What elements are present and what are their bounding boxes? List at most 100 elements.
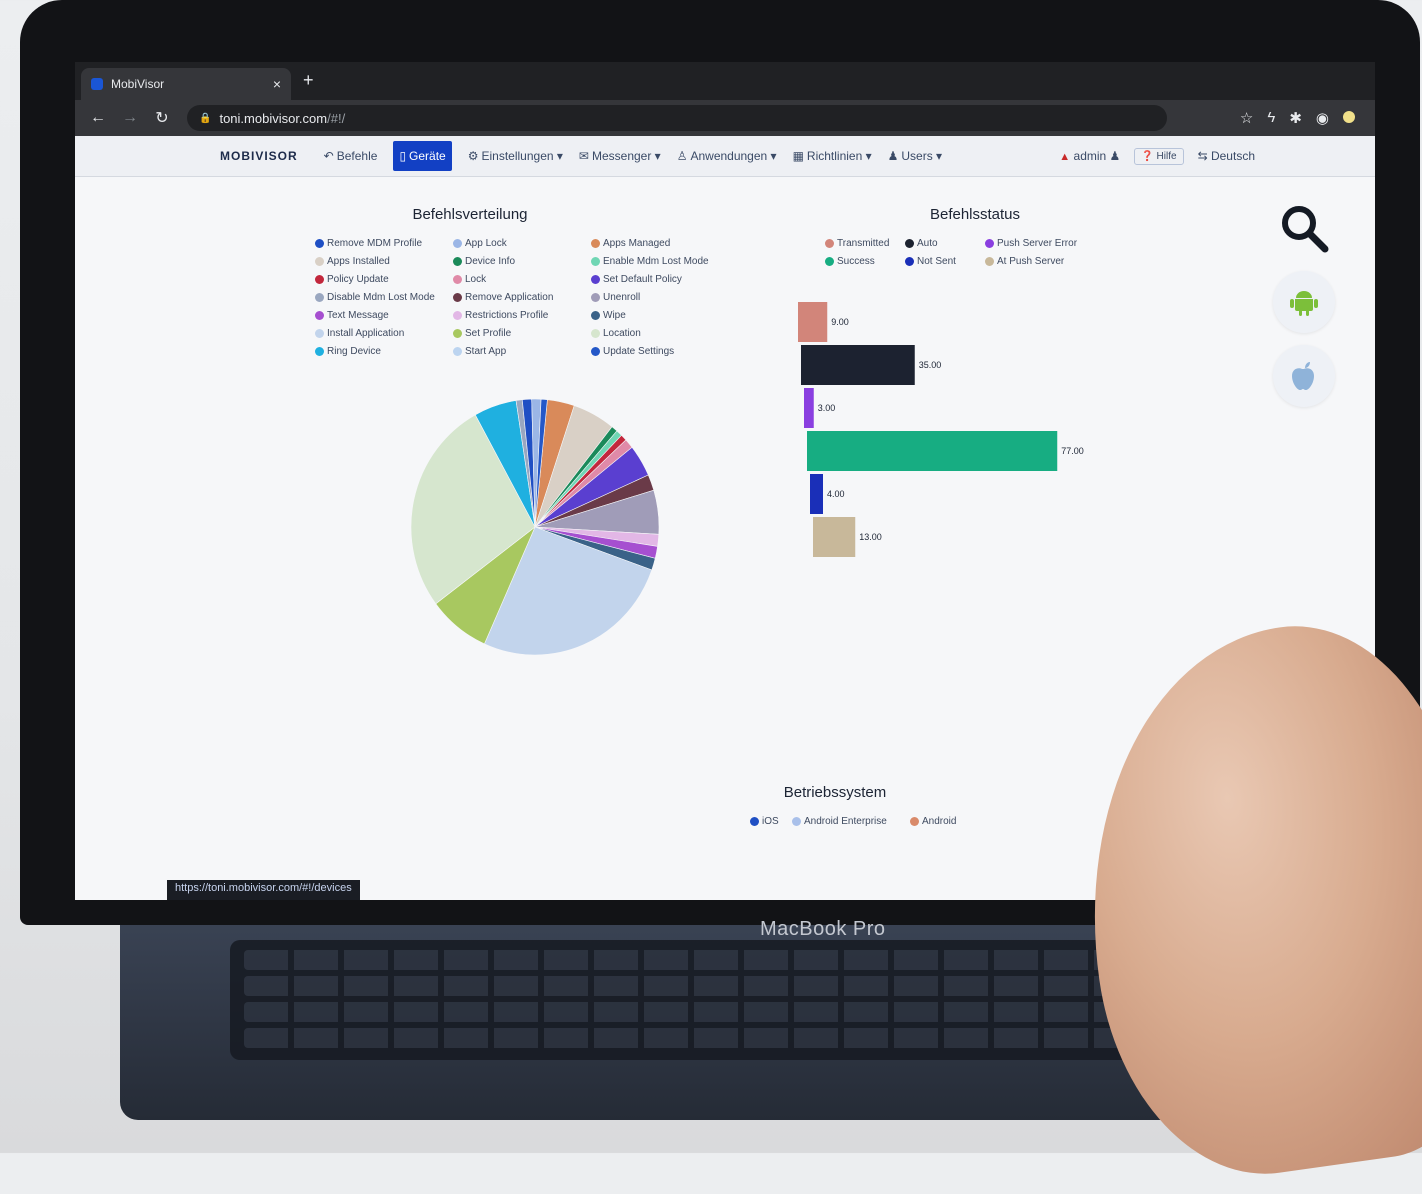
befehlsstatus-legend-item[interactable]: Push Server Error	[985, 238, 1077, 249]
legend-label: Install Application	[327, 328, 405, 339]
legend-label: Apps Installed	[327, 256, 390, 267]
legend-label: Android Enterprise	[804, 816, 887, 827]
befehlsverteilung-legend-item[interactable]: Ring Device	[315, 346, 381, 357]
extension-icon[interactable]: ϟ	[1267, 109, 1275, 127]
befehlsstatus-legend-item[interactable]: Success	[825, 256, 875, 267]
bar-value-label: 9.00	[831, 317, 849, 327]
nav-label: Richtlinien ▾	[806, 149, 872, 163]
mobivisor-favicon-icon	[91, 78, 103, 90]
betriebssystem-legend-item[interactable]: iOS	[750, 816, 779, 827]
legend-swatch	[910, 817, 919, 826]
android-filter-button[interactable]	[1273, 271, 1335, 333]
nav-geraete[interactable]: ▯ Geräte	[393, 141, 452, 171]
status-bar[interactable]	[804, 388, 814, 428]
forward-icon[interactable]: →	[121, 109, 139, 127]
legend-label: Unenroll	[603, 292, 641, 303]
browser-tab[interactable]: MobiVisor ×	[81, 68, 291, 100]
status-bar[interactable]	[801, 345, 915, 385]
befehlsverteilung-legend-item[interactable]: Set Profile	[453, 328, 511, 339]
legend-swatch	[825, 239, 834, 248]
befehlsstatus-title: Befehlsstatus	[929, 206, 1021, 223]
befehlsverteilung-legend-item[interactable]: Policy Update	[315, 274, 389, 285]
befehlsverteilung-legend-item[interactable]: Enable Mdm Lost Mode	[591, 256, 709, 267]
bar-value-label: 35.00	[919, 360, 942, 370]
betriebssystem-legend-item[interactable]: Android	[910, 816, 956, 827]
befehlsverteilung-legend-item[interactable]: Text Message	[315, 310, 389, 321]
befehlsstatus-legend-item[interactable]: Transmitted	[825, 238, 889, 249]
befehlsstatus-legend-item[interactable]: Auto	[905, 238, 938, 249]
nav-label: Anwendungen ▾	[690, 149, 777, 163]
nav-einstellungen[interactable]: ⚙ Einstellungen ▾	[468, 149, 563, 163]
befehlsstatus-legend-item[interactable]: At Push Server	[985, 256, 1064, 267]
status-bar[interactable]	[807, 431, 1058, 471]
legend-label: Remove MDM Profile	[327, 238, 423, 249]
nav-messenger[interactable]: ✉ Messenger ▾	[579, 149, 661, 163]
legend-swatch	[453, 311, 462, 320]
reload-icon[interactable]: ↻	[153, 108, 171, 128]
search-button[interactable]	[1273, 197, 1335, 259]
bar-value-label: 77.00	[1061, 446, 1084, 456]
status-bar[interactable]	[813, 517, 856, 557]
befehlsverteilung-legend-item[interactable]: App Lock	[453, 238, 507, 249]
profile-icon[interactable]: ◉	[1316, 109, 1329, 127]
befehlsverteilung-legend-item[interactable]: Remove MDM Profile	[315, 238, 422, 249]
befehlsverteilung-legend-item[interactable]: Lock	[453, 274, 486, 285]
befehlsverteilung-legend-item[interactable]: Location	[591, 328, 641, 339]
legend-swatch	[315, 347, 324, 356]
status-bar[interactable]	[798, 302, 828, 342]
befehlsstatus-legend-item[interactable]: Not Sent	[905, 256, 956, 267]
nav-anwendungen[interactable]: ♙ Anwendungen ▾	[677, 149, 777, 163]
befehlsverteilung-legend-item[interactable]: Device Info	[453, 256, 515, 267]
befehlsverteilung-legend-item[interactable]: Unenroll	[591, 292, 640, 303]
befehlsverteilung-legend-item[interactable]: Install Application	[315, 328, 404, 339]
befehlsverteilung-legend-item[interactable]: Remove Application	[453, 292, 553, 303]
befehlsverteilung-legend-item[interactable]: Restrictions Profile	[453, 310, 548, 321]
legend-swatch	[985, 239, 994, 248]
url-host: toni.mobivisor.com	[219, 110, 328, 126]
nav-users[interactable]: ♟ Users ▾	[888, 149, 942, 163]
legend-swatch	[453, 275, 462, 284]
legend-label: Policy Update	[327, 274, 389, 285]
legend-swatch	[591, 347, 600, 356]
befehlsverteilung-pie-chart	[410, 398, 660, 656]
back-icon[interactable]: ←	[89, 109, 107, 127]
legend-swatch	[591, 311, 600, 320]
legend-label: Apps Managed	[603, 238, 671, 249]
legend-swatch	[591, 239, 600, 248]
legend-swatch	[792, 817, 801, 826]
alert-icon: ▲	[1059, 151, 1071, 163]
legend-label: Text Message	[327, 310, 389, 321]
legend-label: Set Profile	[465, 328, 512, 339]
nav-befehle[interactable]: ↶ Befehle	[324, 149, 378, 163]
legend-label: iOS	[762, 816, 779, 827]
admin-menu[interactable]: ▲ admin ♟	[1059, 149, 1120, 163]
legend-label: Remove Application	[465, 292, 554, 303]
key-row	[244, 1002, 1196, 1022]
star-icon[interactable]: ☆	[1240, 109, 1253, 127]
befehlsverteilung-legend-item[interactable]: Update Settings	[591, 346, 674, 357]
brand-logo[interactable]: MOBIVISOR	[220, 149, 298, 163]
user-icon: ♟	[1109, 149, 1121, 163]
address-bar: ← → ↻ 🔒 toni.mobivisor.com /#!/ ☆ ϟ ✱ ◉	[75, 100, 1375, 136]
new-tab-button[interactable]: +	[303, 70, 314, 91]
befehlsverteilung-legend-item[interactable]: Start App	[453, 346, 506, 357]
apple-filter-button[interactable]	[1273, 345, 1335, 407]
befehlsverteilung-legend-item[interactable]: Wipe	[591, 310, 626, 321]
search-icon	[1282, 206, 1329, 253]
befehlsverteilung-legend-item[interactable]: Disable Mdm Lost Mode	[315, 292, 435, 303]
language-button[interactable]: ⇆ Deutsch	[1198, 149, 1255, 163]
tab-close-icon[interactable]: ×	[273, 76, 281, 92]
help-button[interactable]: ❓ Hilfe	[1134, 147, 1184, 165]
puzzle-icon[interactable]: ✱	[1289, 109, 1302, 127]
apple-icon	[1292, 362, 1314, 390]
befehlsverteilung-legend-item[interactable]: Apps Managed	[591, 238, 670, 249]
betriebssystem-legend-item[interactable]: Android Enterprise	[792, 816, 887, 827]
befehlsverteilung-legend-item[interactable]: Set Default Policy	[591, 274, 682, 285]
status-bar[interactable]	[810, 474, 823, 514]
extension-dot-icon[interactable]	[1343, 111, 1355, 123]
nav-richtlinien[interactable]: ▦ Richtlinien ▾	[793, 149, 872, 163]
legend-label: Wipe	[603, 310, 626, 321]
key-row	[244, 1028, 1196, 1048]
befehlsverteilung-legend-item[interactable]: Apps Installed	[315, 256, 390, 267]
url-input[interactable]: 🔒 toni.mobivisor.com /#!/	[187, 105, 1167, 131]
